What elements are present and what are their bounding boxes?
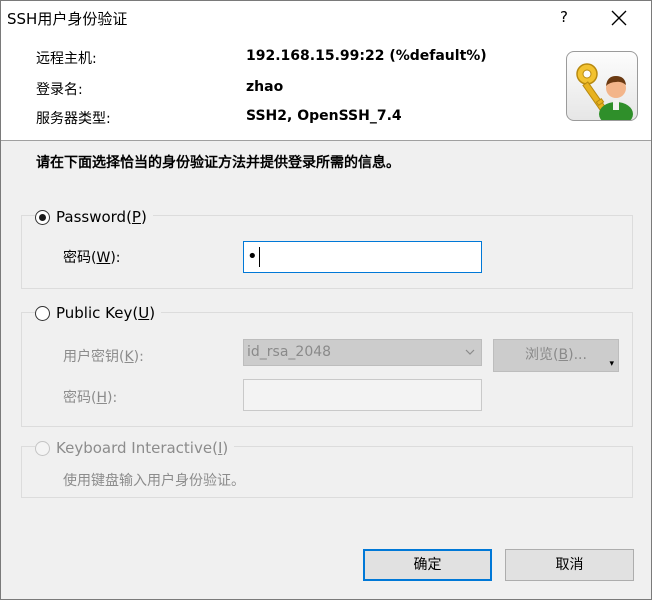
publickey-radio-label: Public Key(U) [56,304,156,322]
close-button[interactable] [597,1,643,34]
ssh-auth-dialog: SSH用户身份验证 ? 远程主机: 192.168.15.99:22 (%def… [0,0,652,600]
password-radio-label: Password(P) [56,208,147,226]
keyboard-interactive-radio[interactable]: Keyboard Interactive(I) [35,439,235,457]
password-radio[interactable]: Password(P) [35,208,153,226]
key-passphrase-label: 密码(H): [63,390,118,406]
cancel-button[interactable]: 取消 [505,549,634,581]
title-bar: SSH用户身份验证 ? [1,1,651,34]
password-input[interactable]: • [243,241,482,273]
chevron-down-icon [465,349,475,355]
keyboard-interactive-hint: 使用键盘输入用户身份验证。 [63,473,245,489]
connection-info-panel: 远程主机: 192.168.15.99:22 (%default%) 登录名: … [1,34,651,141]
browse-button[interactable]: 浏览(B)... ▾ [493,339,619,372]
server-type-value: SSH2, OpenSSH_7.4 [246,108,402,124]
keyboard-interactive-radio-label: Keyboard Interactive(I) [56,439,229,457]
text-caret [258,247,260,267]
publickey-radio-button[interactable] [35,305,50,321]
login-name-label: 登录名: [36,82,83,98]
user-key-label: 用户密钥(K): [63,349,144,365]
instruction-text: 请在下面选择恰当的身份验证方法并提供登录所需的信息。 [36,155,400,171]
key-passphrase-input[interactable] [243,379,482,411]
remote-host-label: 远程主机: [36,51,97,67]
keyboard-interactive-radio-button[interactable] [35,440,50,456]
split-arrow-icon: ▾ [609,359,614,369]
server-type-label: 服务器类型: [36,111,111,127]
password-radio-button[interactable] [35,209,50,225]
login-name-value: zhao [246,79,284,95]
close-icon [611,10,627,26]
publickey-radio[interactable]: Public Key(U) [35,304,162,322]
ok-button[interactable]: 确定 [363,549,492,581]
window-title: SSH用户身份验证 [7,10,128,28]
user-key-select[interactable]: id_rsa_2048 [243,339,482,366]
help-button[interactable]: ? [541,1,587,34]
remote-host-value: 192.168.15.99:22 (%default%) [246,48,487,64]
user-key-icon [566,51,638,121]
password-field-label: 密码(W): [63,250,121,266]
